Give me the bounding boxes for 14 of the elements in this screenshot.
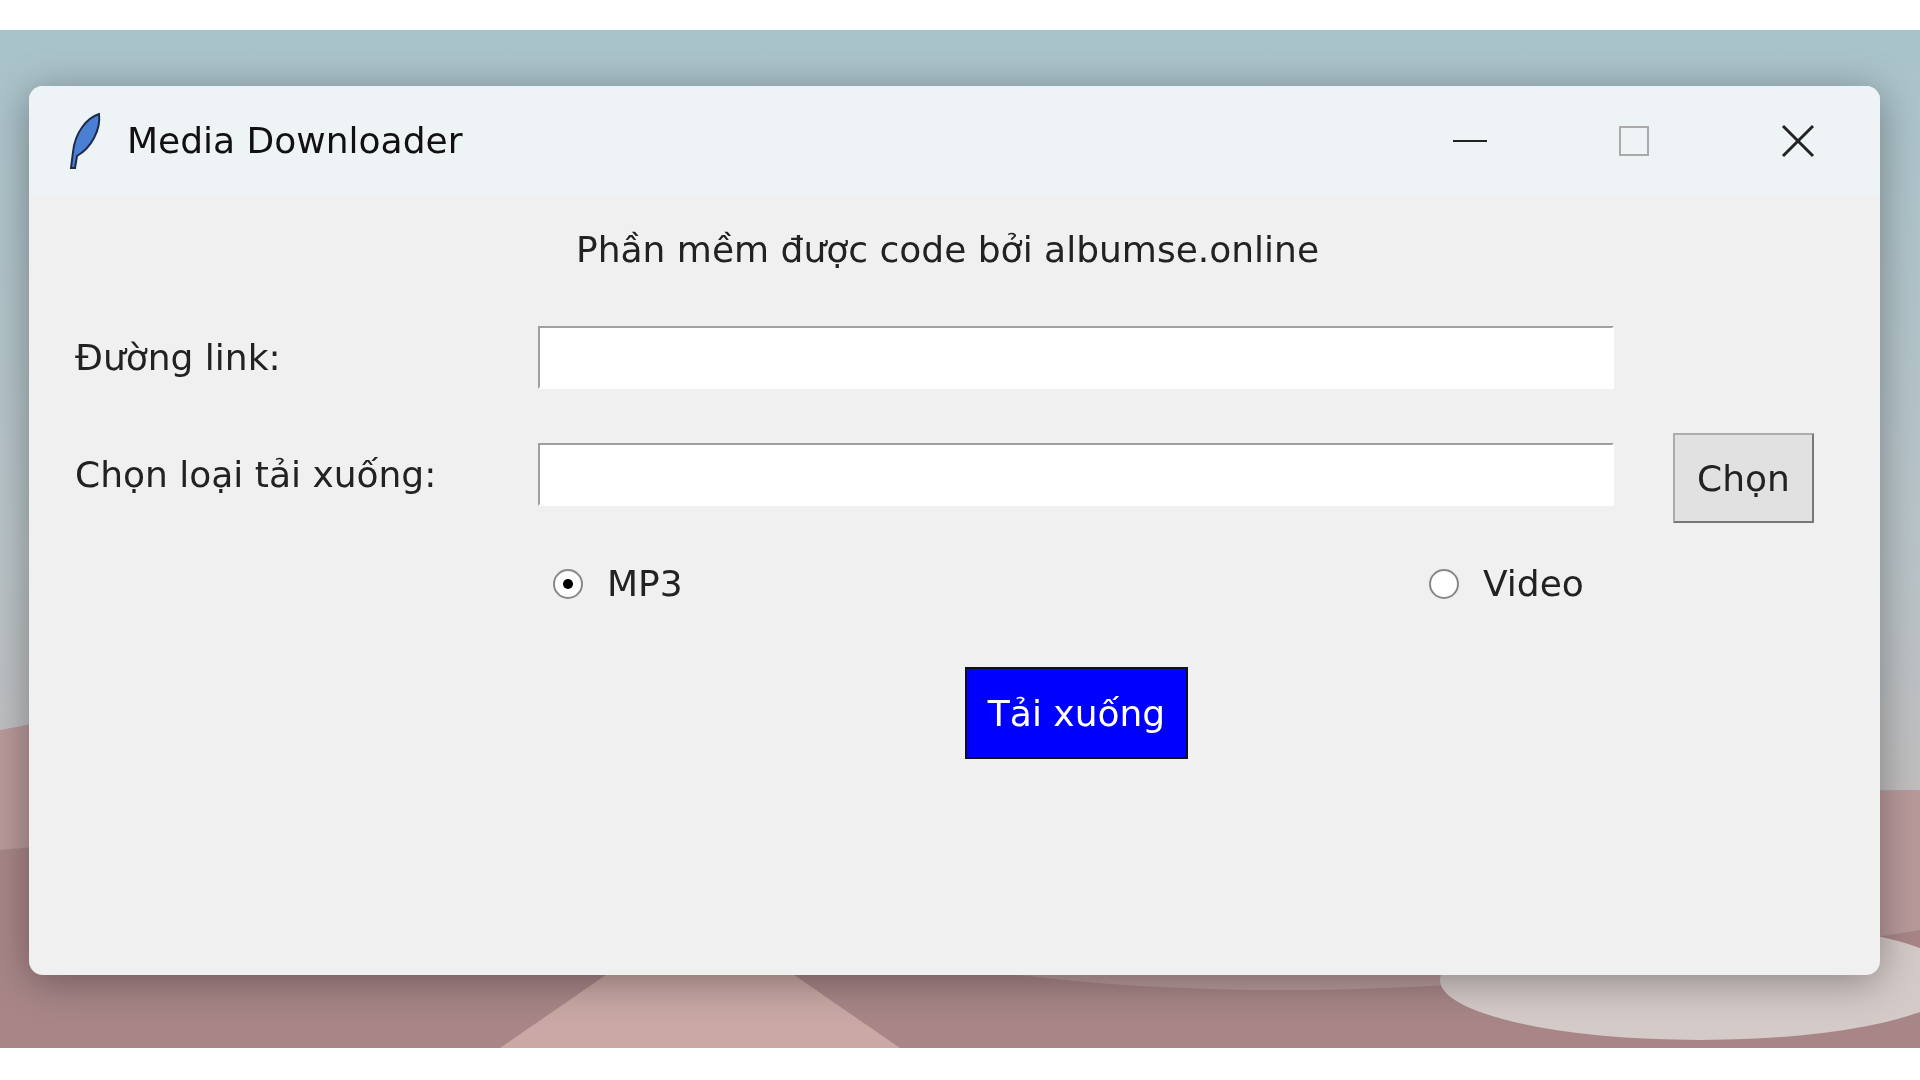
radio-button[interactable] [553, 568, 583, 599]
download-button[interactable]: Tải xuống [965, 667, 1188, 759]
window-title: Media Downloader [127, 120, 464, 161]
radio-label: MP3 [607, 563, 683, 604]
radio-button[interactable] [1429, 568, 1459, 599]
input-field[interactable] [538, 443, 1614, 506]
input-field[interactable] [538, 326, 1614, 389]
radio-label: Video [1483, 563, 1584, 604]
choose-button[interactable]: Chọn [1673, 433, 1814, 523]
credit-text: Phần mềm được code bởi albumse.online [576, 229, 1320, 270]
field-label: Chọn loại tải xuống: [75, 454, 438, 495]
close-icon[interactable] [1781, 123, 1815, 158]
maximize-icon[interactable] [1619, 125, 1649, 156]
field-label: Đường link: [75, 337, 282, 378]
